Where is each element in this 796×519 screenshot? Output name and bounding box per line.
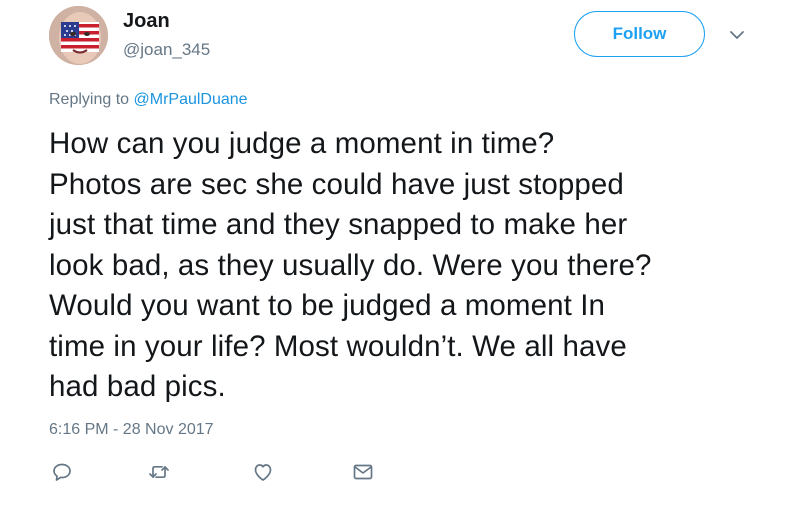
retweet-button[interactable]	[147, 460, 171, 484]
like-button[interactable]	[251, 460, 275, 484]
avatar[interactable]	[49, 6, 108, 65]
reply-context: Replying to @MrPaulDuane	[49, 91, 248, 109]
tweet-text: How can you judge a moment in time? Phot…	[49, 127, 652, 403]
chevron-down-icon[interactable]	[727, 27, 747, 43]
speech-bubble-icon	[53, 463, 71, 481]
reply-button[interactable]	[50, 460, 74, 484]
envelope-icon	[353, 464, 373, 480]
heart-icon	[254, 464, 272, 481]
reply-context-prefix: Replying to	[49, 91, 134, 108]
author-display-name[interactable]: Joan	[123, 10, 170, 33]
tweet-timestamp[interactable]: 6:16 PM - 28 Nov 2017	[49, 421, 214, 439]
avatar-flag-face-image	[49, 6, 108, 65]
direct-message-button[interactable]	[351, 460, 375, 484]
tweet-card: Joan @joan_345 Follow Replying to @MrPau…	[0, 0, 796, 519]
follow-button[interactable]: Follow	[574, 11, 705, 57]
author-handle[interactable]: @joan_345	[123, 40, 210, 60]
retweet-arrows-icon	[149, 465, 169, 479]
reply-mention-link[interactable]: @MrPaulDuane	[134, 91, 248, 108]
